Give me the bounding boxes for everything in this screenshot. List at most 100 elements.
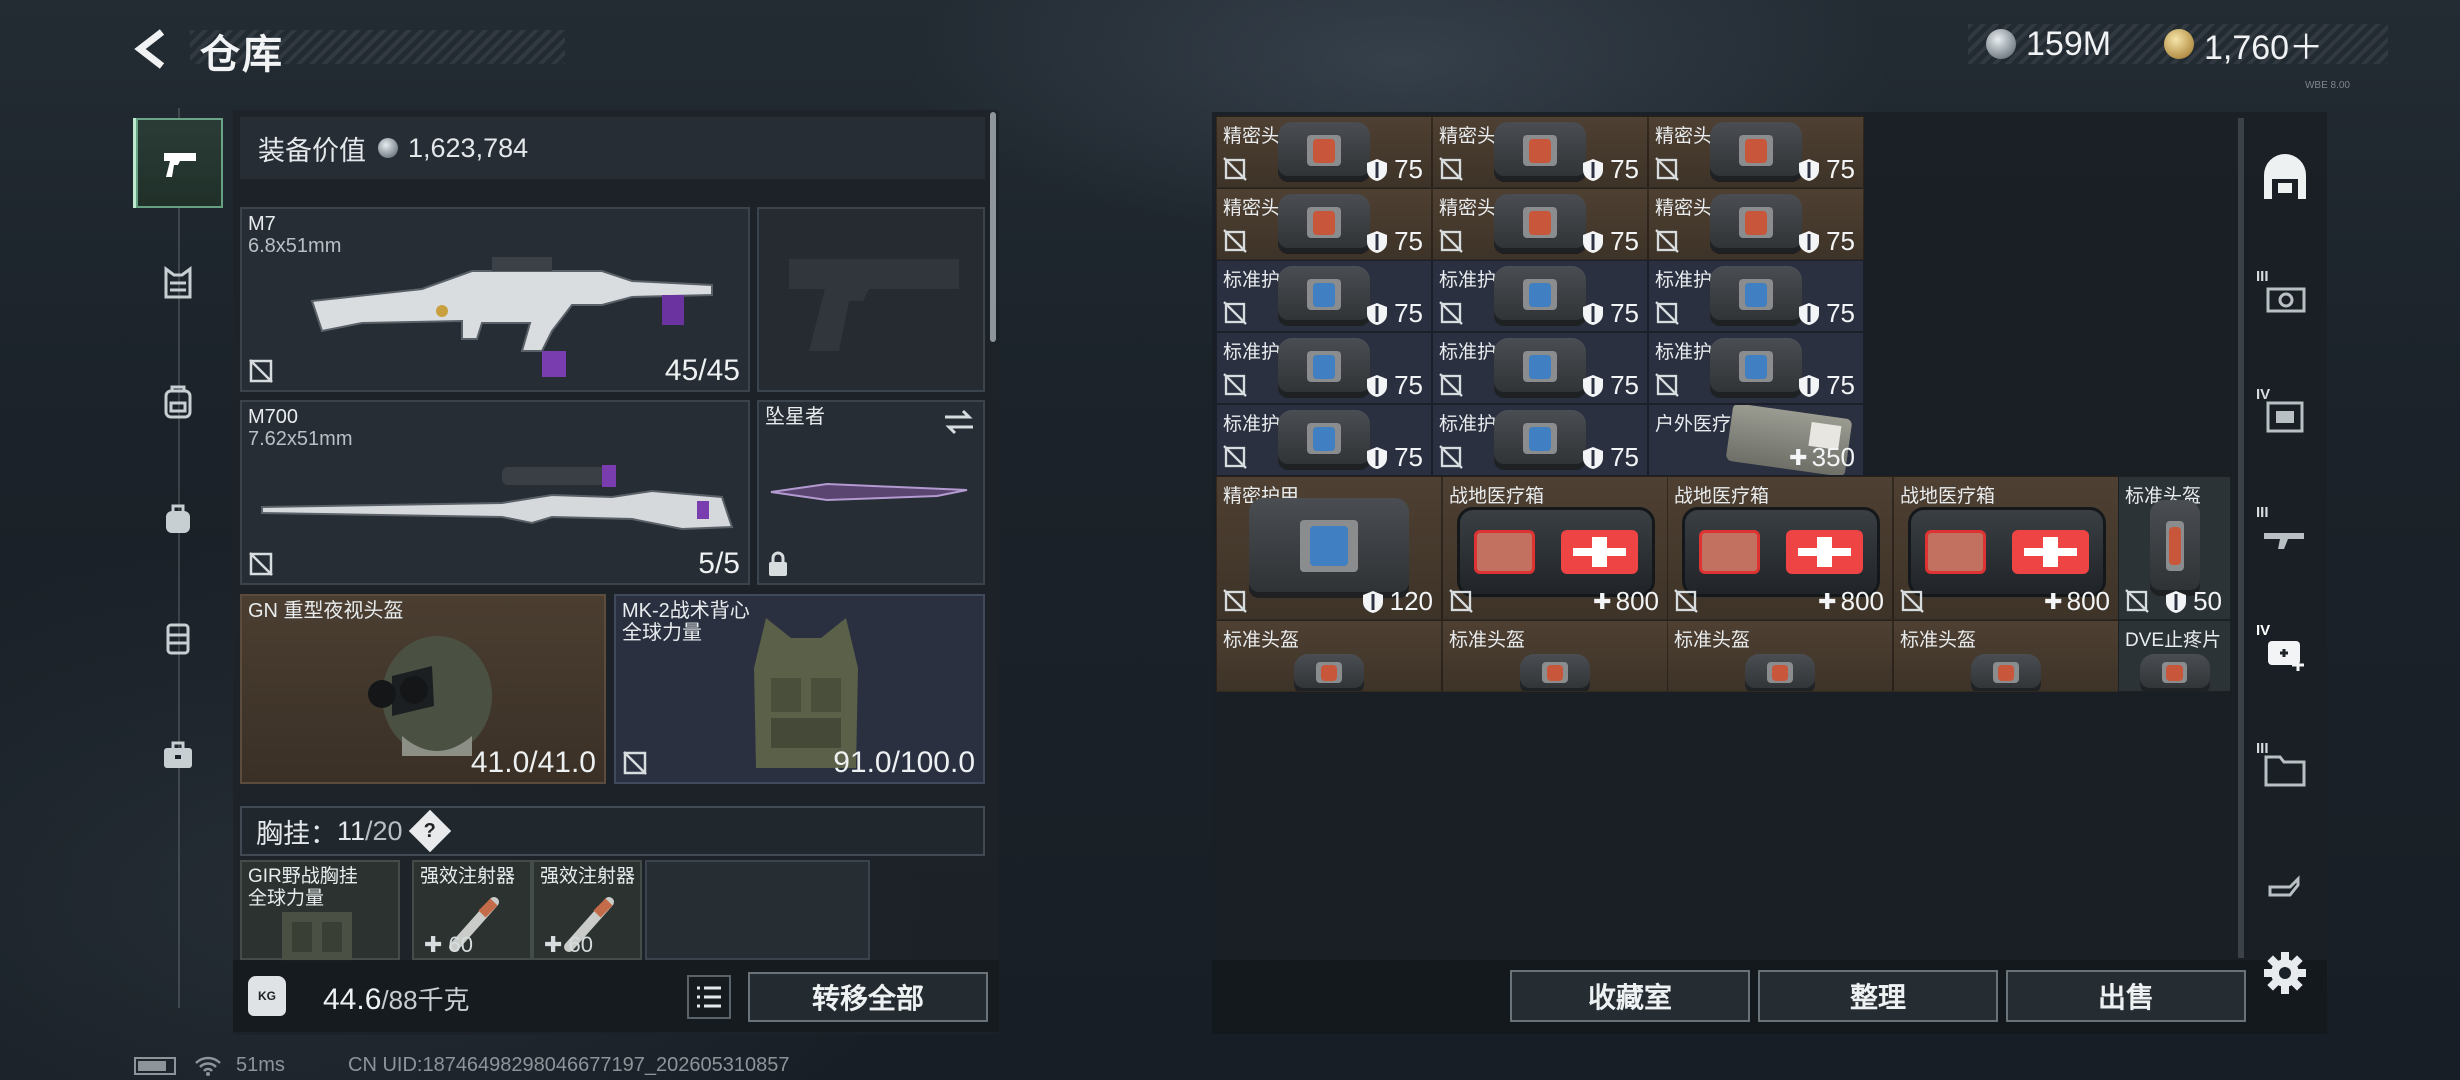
- stash-item[interactable]: 战地医疗箱 ✚ 800: [1667, 476, 1893, 620]
- help-icon[interactable]: ?: [408, 809, 451, 853]
- melee-name: 坠星者: [765, 406, 825, 428]
- pocket-item-name: 强效注射器: [540, 866, 636, 887]
- tier-label: IV: [2256, 622, 2271, 639]
- pistol-silhouette-icon: [789, 259, 959, 351]
- armor-case-image: [1494, 266, 1586, 326]
- gold-amount: 1,760＋: [2204, 28, 2324, 67]
- stash-item[interactable]: 精密头盔 75: [1216, 188, 1432, 260]
- stash-item[interactable]: 精密头盔 75: [1648, 116, 1864, 188]
- list-view-button[interactable]: [687, 975, 731, 1019]
- stash-item[interactable]: 精密头盔 75: [1216, 116, 1432, 188]
- chest-rig-label: 胸挂：: [256, 818, 337, 849]
- armor-slot[interactable]: MK-2战术背心 全球力量 91.0/100.0: [614, 594, 985, 784]
- chest-rig-count: 11: [337, 815, 366, 846]
- collection-button[interactable]: 收藏室: [1510, 970, 1750, 1022]
- pocket-item-name: GIR野战胸挂: [248, 866, 358, 887]
- chest-rig-slot[interactable]: GIR野战胸挂 全球力量: [240, 860, 400, 962]
- item-value-number: 75: [1610, 226, 1639, 256]
- stash-item[interactable]: 标准护甲 75: [1432, 404, 1648, 476]
- secondary-weapon-slot[interactable]: M700 7.62x51mm 5/5: [240, 400, 750, 585]
- no-drop-icon: [1655, 301, 1679, 325]
- stash-scrollbar[interactable]: [2238, 118, 2244, 958]
- stash-item[interactable]: 战地医疗箱 ✚ 800: [1893, 476, 2119, 620]
- stash-item[interactable]: 标准护甲 75: [1216, 260, 1432, 332]
- tab-chest-rig[interactable]: [133, 238, 223, 328]
- tab-container[interactable]: [133, 592, 223, 682]
- equipment-value-label: 装备价值: [258, 135, 366, 166]
- gear-icon: [2264, 952, 2306, 994]
- item-value-number: 75: [1394, 442, 1423, 472]
- helmet-case-image: [2139, 653, 2210, 691]
- tab-stash-5[interactable]: III: [2250, 728, 2320, 808]
- item-value-number: 75: [1610, 370, 1639, 400]
- swap-icon[interactable]: [943, 408, 975, 436]
- injector-value: ✚ 60: [544, 932, 594, 957]
- item-value-number: 120: [1389, 586, 1433, 616]
- helmet-slot[interactable]: GN 重型夜视头盔 41.0/41.0: [240, 594, 606, 784]
- item-value: 75: [1366, 298, 1423, 329]
- melee-slot[interactable]: 坠星者: [757, 400, 985, 585]
- shield-icon: [1367, 230, 1388, 253]
- stash-item[interactable]: 精密头盔 75: [1432, 188, 1648, 260]
- tab-medical[interactable]: IV: [2250, 610, 2320, 690]
- stash-item[interactable]: 标准护甲 75: [1648, 332, 1864, 404]
- armor-case-image: [1710, 338, 1802, 398]
- item-value-number: 75: [1394, 226, 1423, 256]
- tab-backpack[interactable]: [133, 356, 223, 446]
- wifi-icon: [195, 1056, 221, 1076]
- stash-item[interactable]: 标准头盔: [1667, 620, 1893, 692]
- stash-item[interactable]: 标准头盔: [1216, 620, 1442, 692]
- item-value-number: 75: [1394, 298, 1423, 328]
- pocket-slot[interactable]: 强效注射器 ✚ 60: [532, 860, 642, 960]
- transfer-all-button[interactable]: 转移全部: [748, 972, 988, 1022]
- helmet-case-image: [1494, 122, 1586, 182]
- tab-all-stash[interactable]: [2250, 138, 2320, 218]
- primary-weapon-slot[interactable]: M7 6.8x51mm 45/45: [240, 207, 750, 392]
- tab-stash-6[interactable]: [2250, 842, 2320, 922]
- equipment-value: 装备价值 1,623,784: [240, 117, 985, 179]
- stash-item[interactable]: DVE止疼片: [2118, 620, 2231, 692]
- stash-item[interactable]: 标准护甲 75: [1432, 332, 1648, 404]
- item-name: 标准头盔: [1223, 630, 1300, 651]
- item-value: ✚ 800: [2044, 586, 2110, 617]
- pistol-slot[interactable]: [757, 207, 985, 392]
- tab-stash-2[interactable]: IV: [2250, 374, 2320, 454]
- empty-pocket-slot[interactable]: [645, 860, 870, 960]
- stash-item[interactable]: 标准头盔: [1442, 620, 1668, 692]
- stash-item[interactable]: 精密头盔 75: [1648, 188, 1864, 260]
- settings-button[interactable]: [2262, 950, 2308, 996]
- field-medkit-image: [1457, 507, 1655, 597]
- item-value-number: 75: [1610, 442, 1639, 472]
- tab-stash-1[interactable]: III: [2250, 256, 2320, 336]
- loadout-scrollbar[interactable]: [990, 112, 996, 342]
- tab-weapons[interactable]: [133, 118, 223, 208]
- item-value-number: 75: [1610, 298, 1639, 328]
- stash-item[interactable]: 户外医疗箱 ✚ 350: [1648, 404, 1864, 476]
- no-drop-icon: [1674, 589, 1698, 613]
- tab-case[interactable]: [133, 710, 223, 800]
- gold-currency[interactable]: 1,760＋: [2164, 24, 2323, 67]
- item-value-number: 75: [1826, 298, 1855, 328]
- tab-bag[interactable]: [133, 474, 223, 564]
- tab-stash-3[interactable]: III: [2250, 492, 2320, 572]
- item-value: ✚ 800: [1593, 586, 1659, 617]
- item-value: 50: [2165, 586, 2222, 617]
- stash-item[interactable]: 精密护甲 120: [1216, 476, 1442, 620]
- stash-item[interactable]: 标准护甲 75: [1648, 260, 1864, 332]
- back-arrow-icon: [134, 29, 165, 69]
- stash-item[interactable]: 标准头盔: [1893, 620, 2119, 692]
- pocket-slot[interactable]: 强效注射器 ✚ 60: [412, 860, 532, 960]
- item-value-number: 800: [1840, 586, 1884, 616]
- back-button[interactable]: [132, 28, 176, 70]
- stash-item[interactable]: 标准护甲 75: [1216, 404, 1432, 476]
- stash-item[interactable]: 战地医疗箱 ✚ 800: [1442, 476, 1668, 620]
- stash-item[interactable]: 精密头盔 75: [1432, 116, 1648, 188]
- no-drop-icon: [1439, 229, 1463, 253]
- pistol-icon: [163, 153, 196, 177]
- sell-button[interactable]: 出售: [2006, 970, 2246, 1022]
- stash-item[interactable]: 标准头盔 50: [2118, 476, 2231, 620]
- sort-button[interactable]: 整理: [1758, 970, 1998, 1022]
- stash-item[interactable]: 标准护甲 75: [1216, 332, 1432, 404]
- stash-home-icon: [2264, 154, 2306, 199]
- stash-item[interactable]: 标准护甲 75: [1432, 260, 1648, 332]
